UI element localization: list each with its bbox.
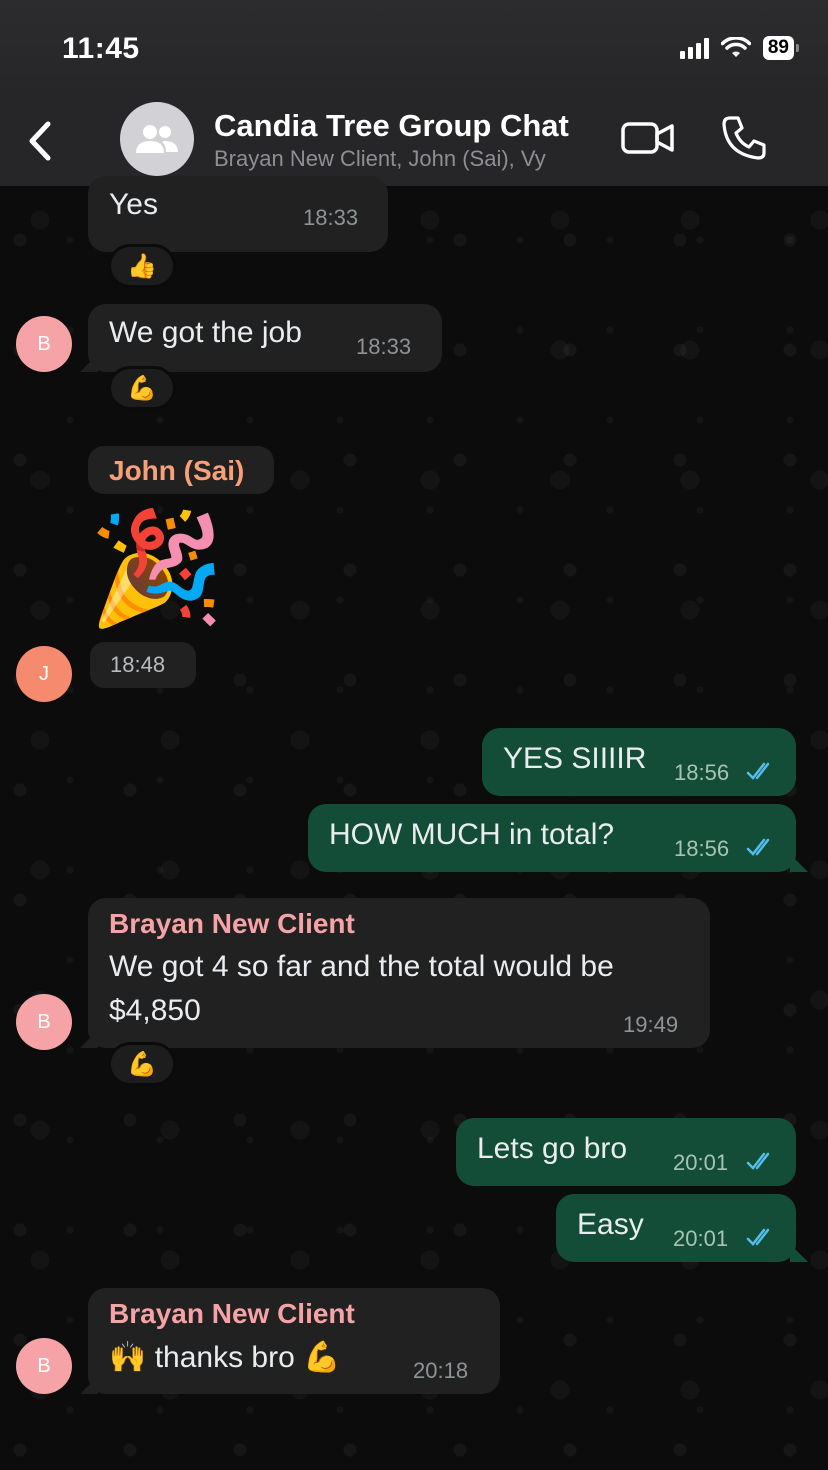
- sender-name: John (Sai): [109, 455, 245, 486]
- message-text: Easy: [577, 1208, 644, 1241]
- message-text: YES SIIIIR: [503, 742, 647, 775]
- wifi-icon: [720, 37, 751, 57]
- read-ticks-icon: [746, 762, 770, 780]
- message-bubble-outgoing[interactable]: YES SIIIIR 18:56: [482, 728, 796, 796]
- sender-avatar[interactable]: B: [16, 994, 72, 1050]
- message-list[interactable]: Yes 18:33 👍 We got the job 18:33 💪 B Joh…: [0, 176, 828, 1470]
- message-time: 20:01: [673, 1150, 729, 1175]
- message-text: HOW MUCH in total?: [329, 818, 615, 851]
- status-bar: 11:45 89: [0, 0, 828, 100]
- video-call-icon[interactable]: [620, 118, 676, 158]
- sender-avatar[interactable]: J: [16, 646, 72, 702]
- group-icon: [136, 125, 178, 153]
- message-bubble-outgoing[interactable]: HOW MUCH in total? 18:56: [308, 804, 796, 872]
- message-time: 18:33: [303, 205, 359, 230]
- sender-name: Brayan New Client: [109, 908, 355, 939]
- reaction-badge[interactable]: 💪: [108, 1042, 176, 1086]
- reaction-badge[interactable]: 👍: [108, 244, 176, 288]
- read-ticks-icon: [746, 1152, 770, 1170]
- sender-name: Brayan New Client: [109, 1298, 355, 1329]
- message-text-line2: $4,850: [109, 994, 201, 1027]
- message-time: 18:56: [674, 836, 730, 861]
- sender-name-chip: John (Sai): [88, 446, 274, 494]
- group-avatar[interactable]: [120, 102, 194, 176]
- sticker-time-chip: 18:48: [90, 642, 196, 688]
- signal-icon: [679, 37, 709, 59]
- message-time: 20:18: [413, 1358, 469, 1383]
- message-time: 19:49: [623, 1012, 679, 1037]
- message-bubble-outgoing[interactable]: Easy 20:01: [556, 1194, 796, 1262]
- battery-indicator: 89: [762, 36, 800, 60]
- reaction-badge[interactable]: 💪: [108, 366, 176, 410]
- message-time: 18:56: [674, 760, 730, 785]
- chat-title[interactable]: Candia Tree Group Chat: [214, 108, 569, 144]
- message-bubble-outgoing[interactable]: Lets go bro 20:01: [456, 1118, 796, 1186]
- message-time: 18:48: [110, 652, 166, 677]
- message-bubble[interactable]: Brayan New Client We got 4 so far and th…: [88, 898, 710, 1048]
- read-ticks-icon: [746, 1228, 770, 1246]
- message-text: Yes: [109, 188, 158, 221]
- status-icons: 89: [679, 36, 800, 60]
- back-chevron-icon[interactable]: [22, 116, 62, 166]
- message-bubble[interactable]: Yes 18:33: [88, 176, 388, 252]
- message-text-line1: We got 4 so far and the total would be: [109, 950, 614, 983]
- status-time: 11:45: [62, 32, 140, 65]
- read-ticks-icon: [746, 838, 770, 856]
- chat-participants[interactable]: Brayan New Client, John (Sai), Vy: [214, 146, 546, 172]
- sender-avatar[interactable]: B: [16, 316, 72, 372]
- message-time: 18:33: [356, 334, 412, 359]
- message-text: 🙌 thanks bro 💪: [109, 1341, 341, 1374]
- message-text: We got the job: [109, 316, 302, 349]
- message-bubble[interactable]: Brayan New Client 🙌 thanks bro 💪 20:18: [88, 1288, 500, 1394]
- message-text: Lets go bro: [477, 1132, 628, 1165]
- message-time: 20:01: [673, 1226, 729, 1251]
- sender-avatar[interactable]: B: [16, 1338, 72, 1394]
- party-popper-sticker[interactable]: 🎉: [88, 504, 225, 634]
- bubble-tail: [790, 854, 808, 872]
- phone-call-icon[interactable]: [720, 114, 768, 162]
- message-bubble[interactable]: We got the job 18:33: [88, 304, 442, 372]
- chat-header: Candia Tree Group Chat Brayan New Client…: [0, 100, 828, 186]
